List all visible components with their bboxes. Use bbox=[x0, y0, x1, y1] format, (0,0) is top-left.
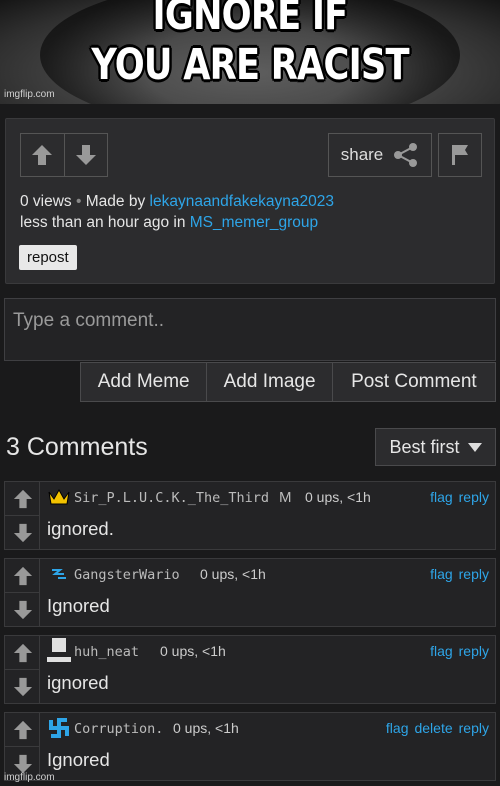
arrow-up-icon bbox=[13, 566, 32, 585]
arrow-up-icon bbox=[13, 720, 32, 739]
post-downvote-button[interactable] bbox=[63, 134, 108, 176]
comment-item: Sir_P.L.U.C.K._The_Third M 0 ups, <1h fl… bbox=[4, 481, 496, 550]
comment-input[interactable] bbox=[5, 299, 495, 360]
reply-link[interactable]: reply bbox=[459, 489, 489, 505]
comment-vote bbox=[5, 559, 40, 626]
meme-caption-line1: IGNORE IF bbox=[152, 0, 349, 40]
add-image-button[interactable]: Add Image bbox=[206, 363, 331, 401]
comment-text: Ignored bbox=[47, 749, 110, 770]
squiggle-icon bbox=[47, 562, 71, 586]
mod-badge: M bbox=[279, 489, 292, 506]
comment-form-buttons: Add Meme Add Image Post Comment bbox=[80, 362, 496, 402]
comment-ups: 0 ups, <1h bbox=[200, 566, 266, 582]
comment-actions: flag reply bbox=[430, 566, 489, 582]
comment-upvote-button[interactable] bbox=[5, 482, 40, 516]
share-label: share bbox=[340, 145, 384, 164]
pixel-figure-icon bbox=[47, 638, 71, 663]
comment-actions: flag delete reply bbox=[386, 720, 489, 736]
arrow-down-icon bbox=[13, 677, 32, 697]
comment-downvote-button[interactable] bbox=[5, 593, 40, 627]
time-label: less than an hour ago in bbox=[20, 214, 186, 231]
flag-link[interactable]: flag bbox=[430, 489, 453, 505]
share-button[interactable]: share bbox=[328, 133, 432, 177]
add-meme-button[interactable]: Add Meme bbox=[81, 363, 206, 401]
swastika-icon bbox=[47, 716, 71, 740]
made-by-label: Made by bbox=[85, 193, 146, 210]
arrow-down-icon bbox=[13, 600, 32, 620]
flag-link[interactable]: flag bbox=[430, 566, 453, 582]
comment-upvote-button[interactable] bbox=[5, 559, 40, 593]
delete-link[interactable]: delete bbox=[414, 720, 452, 736]
author-link[interactable]: lekaynaandfakekayna2023 bbox=[150, 193, 334, 210]
crown-icon bbox=[47, 485, 71, 509]
sort-label: Best first bbox=[389, 436, 460, 457]
comment-input-box bbox=[4, 298, 496, 361]
arrow-down-icon bbox=[13, 754, 32, 774]
comment-actions: flag reply bbox=[430, 489, 489, 505]
arrow-down-icon bbox=[75, 145, 96, 165]
comment-ups: 0 ups, <1h bbox=[305, 489, 371, 505]
arrow-up-icon bbox=[13, 643, 32, 662]
post-meta-line1: 0 views • Made by lekaynaandfakekayna202… bbox=[20, 193, 334, 211]
comment-vote bbox=[5, 713, 40, 780]
flag-icon bbox=[452, 145, 468, 165]
meme-image: IGNORE IF YOU ARE RACIST imgflip.com bbox=[0, 0, 500, 104]
arrow-down-icon bbox=[13, 523, 32, 543]
meta-separator: • bbox=[76, 193, 82, 210]
stream-link[interactable]: MS_memer_group bbox=[190, 214, 318, 231]
comment-ups: 0 ups, <1h bbox=[160, 643, 226, 659]
post-meta-line2: less than an hour ago in MS_memer_group bbox=[20, 214, 318, 232]
comment-item: huh_neat 0 ups, <1h flag reply ignored bbox=[4, 635, 496, 704]
reply-link[interactable]: reply bbox=[459, 566, 489, 582]
comment-actions: flag reply bbox=[430, 643, 489, 659]
flag-link[interactable]: flag bbox=[386, 720, 409, 736]
comment-username[interactable]: Sir_P.L.U.C.K._The_Third bbox=[74, 490, 269, 506]
comment-vote bbox=[5, 636, 40, 703]
comment-text: ignored. bbox=[47, 518, 114, 539]
post-vote-group bbox=[20, 133, 108, 177]
comment-item: GangsterWario 0 ups, <1h flag reply Igno… bbox=[4, 558, 496, 627]
footer-watermark: imgflip.com bbox=[4, 772, 55, 783]
view-count: 0 views bbox=[20, 193, 72, 210]
comment-text: ignored bbox=[47, 672, 109, 693]
comment-username[interactable]: Corruption. bbox=[74, 721, 163, 737]
meme-watermark: imgflip.com bbox=[4, 89, 55, 100]
meme-caption-line2: YOU ARE RACIST bbox=[91, 40, 409, 90]
comment-username[interactable]: huh_neat bbox=[74, 644, 139, 660]
post-upvote-button[interactable] bbox=[21, 134, 64, 176]
comment-upvote-button[interactable] bbox=[5, 713, 40, 747]
comment-text: Ignored bbox=[47, 595, 110, 616]
comment-ups: 0 ups, <1h bbox=[173, 720, 239, 736]
arrow-up-icon bbox=[13, 489, 32, 508]
comment-item: Corruption. 0 ups, <1h flag delete reply… bbox=[4, 712, 496, 781]
comment-count: 3 Comments bbox=[6, 433, 148, 461]
comment-downvote-button[interactable] bbox=[5, 516, 40, 550]
flag-link[interactable]: flag bbox=[430, 643, 453, 659]
comment-upvote-button[interactable] bbox=[5, 636, 40, 670]
chevron-down-icon bbox=[467, 442, 482, 452]
arrow-up-icon bbox=[32, 145, 53, 165]
comment-vote bbox=[5, 482, 40, 549]
repost-button[interactable]: repost bbox=[19, 245, 77, 270]
reply-link[interactable]: reply bbox=[459, 720, 489, 736]
post-comment-button[interactable]: Post Comment bbox=[331, 363, 495, 401]
share-icon bbox=[394, 143, 418, 167]
reply-link[interactable]: reply bbox=[459, 643, 489, 659]
sort-dropdown[interactable]: Best first bbox=[375, 428, 496, 466]
flag-button[interactable] bbox=[438, 133, 482, 177]
post-info-panel: share 0 views • Made by lekaynaandfakeka… bbox=[5, 118, 495, 284]
comment-username[interactable]: GangsterWario bbox=[74, 567, 180, 583]
comment-downvote-button[interactable] bbox=[5, 670, 40, 704]
